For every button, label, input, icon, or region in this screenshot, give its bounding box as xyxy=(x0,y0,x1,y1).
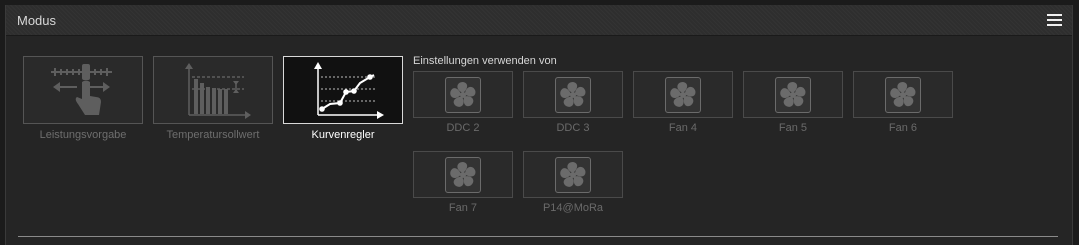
fan-icon xyxy=(775,77,811,113)
source-fan-4[interactable] xyxy=(633,71,733,118)
fan-icon xyxy=(445,157,481,193)
mode-panel: Modus Leistungsvorgabe Temperatursollwer… xyxy=(5,5,1073,245)
mode-kurvenregler-label: Kurvenregler xyxy=(311,129,375,141)
source-fan-7[interactable] xyxy=(413,151,513,198)
mode-leistungsvorgabe-label: Leistungsvorgabe xyxy=(39,129,127,141)
source-fan-6-label: Fan 6 xyxy=(888,122,918,134)
source-ddc-3[interactable] xyxy=(523,71,623,118)
mode-leistungsvorgabe[interactable] xyxy=(23,56,143,124)
source-p14-mora-label: P14@MoRa xyxy=(542,202,604,214)
source-fan-7-label: Fan 7 xyxy=(448,202,478,214)
temperature-setpoint-icon xyxy=(185,63,251,119)
panel-header: Modus xyxy=(6,5,1072,36)
mode-kurvenregler[interactable] xyxy=(283,56,403,124)
source-fan-5-label: Fan 5 xyxy=(778,122,808,134)
source-fan-6[interactable] xyxy=(853,71,953,118)
source-ddc-3-label: DDC 3 xyxy=(556,122,590,134)
fan-icon xyxy=(445,77,481,113)
mode-temperatursollwert-label: Temperatursollwert xyxy=(166,129,260,141)
source-fan-5[interactable] xyxy=(743,71,843,118)
source-fan-4-label: Fan 4 xyxy=(668,122,698,134)
sources-heading: Einstellungen verwenden von xyxy=(413,55,557,67)
fan-icon xyxy=(555,77,591,113)
source-ddc-2-label: DDC 2 xyxy=(446,122,480,134)
panel-title: Modus xyxy=(17,13,57,28)
source-p14-mora[interactable] xyxy=(523,151,623,198)
curve-controller-icon xyxy=(314,62,384,119)
fan-icon xyxy=(555,157,591,193)
fan-icon xyxy=(885,77,921,113)
source-ddc-2[interactable] xyxy=(413,71,513,118)
power-preset-icon xyxy=(51,64,112,115)
mode-temperatursollwert[interactable] xyxy=(153,56,273,124)
divider xyxy=(18,236,1058,237)
hamburger-menu-icon[interactable] xyxy=(1047,14,1062,27)
fan-icon xyxy=(665,77,701,113)
